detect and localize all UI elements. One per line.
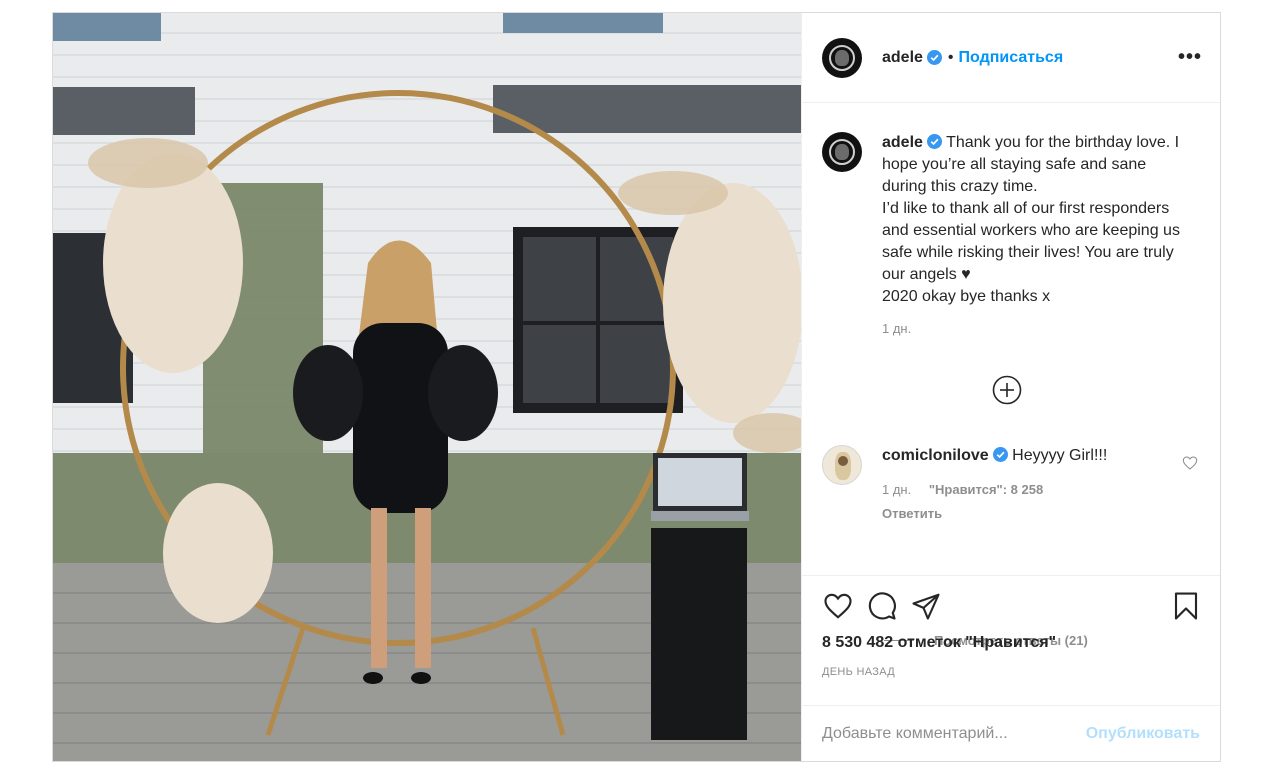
verified-badge-icon <box>926 134 942 149</box>
caption-username[interactable]: adele <box>882 134 923 151</box>
publish-button[interactable]: Опубликовать <box>1086 725 1200 743</box>
more-options-icon[interactable]: ••• <box>1178 46 1202 69</box>
post-photo[interactable] <box>53 13 801 761</box>
share-icon[interactable] <box>910 590 942 622</box>
comment-icon[interactable] <box>866 590 898 622</box>
bookmark-icon[interactable] <box>1170 590 1202 622</box>
caption-time: 1 дн. <box>882 321 912 336</box>
comment-time: 1 дн. <box>882 482 912 497</box>
separator-dot: • <box>947 48 954 66</box>
comment-likes[interactable]: "Нравится": 8 258 <box>929 482 1043 497</box>
post-actions: 8 530 482 отметок "Нравится" ДЕНЬ НАЗАД <box>802 575 1220 719</box>
reply-button[interactable]: Ответить <box>882 503 1107 525</box>
verified-badge-icon <box>992 447 1008 462</box>
comment-meta: 1 дн. "Нравится": 8 258 <box>882 479 1107 501</box>
plus-circle-icon[interactable] <box>992 375 1022 405</box>
post-sidebar: adele • Подписаться ••• adele Thank you … <box>801 13 1220 761</box>
verified-badge-icon <box>926 50 942 65</box>
post-header: adele • Подписаться ••• <box>802 13 1220 103</box>
comment-item: comiclonilove Heyyyy Girl!!! 1 дн. "Нрав… <box>822 445 1202 525</box>
add-comment-bar: Опубликовать <box>802 705 1220 761</box>
follow-button[interactable]: Подписаться <box>959 49 1064 67</box>
photo-illustration <box>53 13 801 761</box>
author-avatar[interactable] <box>822 37 862 78</box>
commenter-avatar[interactable] <box>822 445 862 485</box>
instagram-post: adele • Подписаться ••• adele Thank you … <box>52 12 1221 762</box>
caption-text-block: adele Thank you for the birthday love. I… <box>882 132 1192 308</box>
author-username[interactable]: adele <box>882 49 923 67</box>
caption-text: Thank you for the birthday love. I hope … <box>882 134 1180 305</box>
heart-icon[interactable] <box>822 590 854 622</box>
caption: adele Thank you for the birthday love. I… <box>822 132 1202 308</box>
commenter-username[interactable]: comiclonilove <box>882 447 989 464</box>
comments-section: adele Thank you for the birthday love. I… <box>802 104 1220 648</box>
likes-count[interactable]: 8 530 482 отметок "Нравится" <box>822 634 1202 652</box>
post-date: ДЕНЬ НАЗАД <box>822 666 895 678</box>
comment-input[interactable] <box>822 724 1086 743</box>
comment-body: comiclonilove Heyyyy Girl!!! 1 дн. "Нрав… <box>882 445 1107 525</box>
caption-avatar[interactable] <box>822 132 862 172</box>
comment-like-heart-icon[interactable] <box>1182 455 1198 471</box>
action-icons <box>822 590 1202 622</box>
comment-text: Heyyyy Girl!!! <box>1012 447 1108 464</box>
